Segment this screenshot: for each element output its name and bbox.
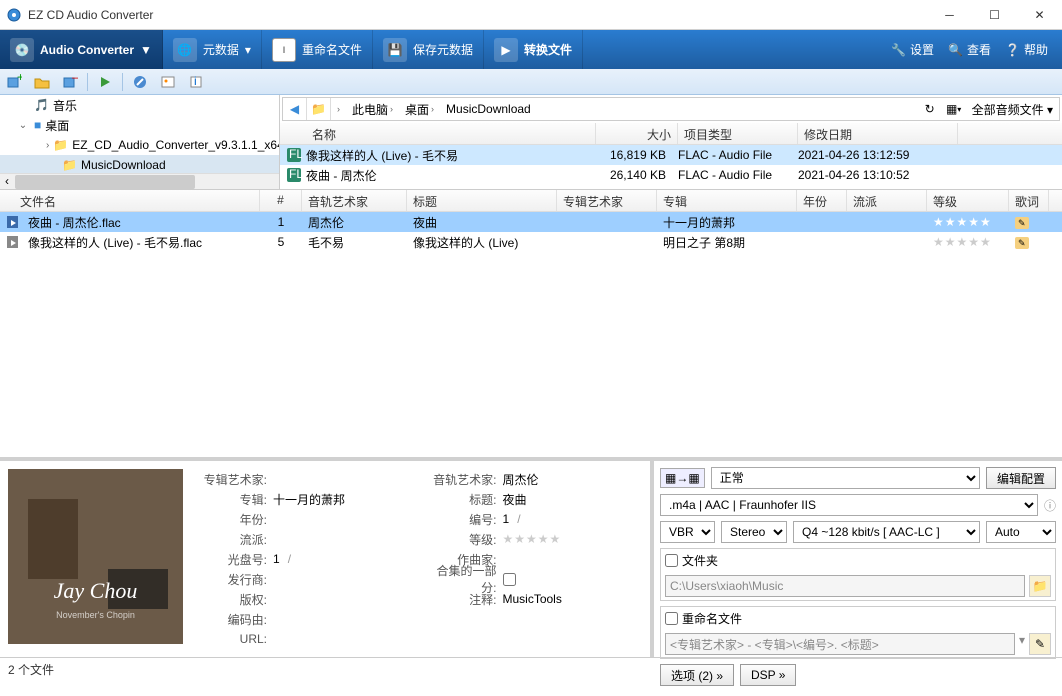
vbr-select[interactable]: VBR [660,521,715,543]
view-link[interactable]: 🔍查看 [948,30,991,69]
maximize-button[interactable]: ☐ [972,0,1017,30]
stereo-select[interactable]: Stereo [721,521,787,543]
rename-button[interactable]: I 重命名文件 [262,30,373,69]
format-info-icon[interactable]: ⓘ [1044,497,1056,514]
main-toolbar: 💿 Audio Converter▼ 🌐 元数据▾ I 重命名文件 💾 保存元数… [0,30,1062,69]
rename-icon: I [272,38,296,62]
add-folder-button[interactable] [29,71,55,93]
remove-button[interactable]: – [57,71,83,93]
file-list[interactable]: FLAC像我这样的人 (Live) - 毛不易16,819 KBFLAC - A… [280,145,1062,185]
dsp-button[interactable]: DSP » [740,664,796,686]
crumb-folder[interactable]: MusicDownload [440,98,537,120]
wrench-icon: 🔧 [891,43,906,57]
auto-select[interactable]: Auto [986,521,1056,543]
titlebar: EZ CD Audio Converter ─ ☐ ✕ [0,0,1062,30]
cd-icon: 💿 [10,38,34,62]
nav-back[interactable]: ◀ [283,98,307,120]
conversion-panel: ▦→▦ 正常 编辑配置 .m4a | AAC | Fraunhofer IIS … [650,461,1062,657]
edit-config-button[interactable]: 编辑配置 [986,467,1056,489]
options-button[interactable]: 选项 (2) » [660,664,734,686]
metadata-panel: Jay Chou November's Chopin 专辑艺术家: 专辑:十一月… [0,461,650,657]
globe-icon: 🌐 [173,38,197,62]
queue-icon: ▦→▦ [660,468,705,488]
edit-pattern-button[interactable]: ✎ [1029,633,1051,655]
meta-album[interactable]: 十一月的萧邦 [273,491,345,508]
meta-comment[interactable]: MusicTools [503,592,562,606]
meta-artist[interactable]: 周杰伦 [503,471,539,488]
folder-icon: 📁 [53,138,68,152]
help-link[interactable]: ❔帮助 [1005,30,1048,69]
svg-text:i: i [194,74,197,88]
info-button[interactable]: i [183,71,209,93]
compilation-checkbox[interactable] [503,573,516,586]
format-select[interactable]: .m4a | AAC | Fraunhofer IIS [660,494,1038,516]
secondary-toolbar: + – i [0,69,1062,95]
track-row[interactable]: 像我这样的人 (Live) - 毛不易.flac5毛不易像我这样的人 (Live… [0,232,1062,252]
rename-pattern-input[interactable] [665,633,1015,655]
meta-disc[interactable]: 1 [273,552,280,566]
refresh-button[interactable]: ↻ [918,98,942,120]
breadcrumb-bar: ◀ 📁 › 此电脑› 桌面› MusicDownload ↻ ▦▾ 全部音频文件… [282,97,1060,121]
crumb-desktop[interactable]: 桌面› [399,98,440,120]
help-icon: ❔ [1005,43,1020,57]
cover-button[interactable] [155,71,181,93]
filetype-filter[interactable]: 全部音频文件 ▾ [966,101,1059,118]
save-metadata-button[interactable]: 💾 保存元数据 [373,30,484,69]
track-header[interactable]: 文件名 # 音轨艺术家 标题 专辑艺术家 专辑 年份 流派 等级 歌词 [0,190,1062,212]
folder-checkbox[interactable] [665,554,678,567]
nav-up[interactable]: 📁 [307,98,331,120]
mode-select[interactable]: 正常 [711,467,980,489]
track-row[interactable]: 夜曲 - 周杰伦.flac1周杰伦夜曲十一月的萧邦★★★★★✎ [0,212,1062,232]
rename-checkbox[interactable] [665,612,678,625]
file-row[interactable]: FLAC像我这样的人 (Live) - 毛不易16,819 KBFLAC - A… [280,145,1062,165]
app-icon [6,7,22,23]
tree-selected[interactable]: 📁MusicDownload [0,155,279,175]
desktop-icon: ■ [34,118,41,132]
window-title: EZ CD Audio Converter [28,8,927,22]
folder-tree[interactable]: 🎵音乐 ⌄■桌面 ›📁EZ_CD_Audio_Converter_v9.3.1.… [0,95,280,189]
tree-hscroll[interactable]: ‹ [0,173,279,189]
meta-trackno[interactable]: 1 [503,512,510,526]
album-cover[interactable]: Jay Chou November's Chopin [8,469,183,644]
audio-converter-button[interactable]: 💿 Audio Converter▼ [0,30,163,69]
convert-icon: ▶ [494,38,518,62]
play-button[interactable] [92,71,118,93]
track-list[interactable]: 夜曲 - 周杰伦.flac1周杰伦夜曲十一月的萧邦★★★★★✎像我这样的人 (L… [0,212,1062,457]
browse-folder-button[interactable]: 📁 [1029,575,1051,597]
settings-link[interactable]: 🔧设置 [891,30,934,69]
svg-text:FLAC: FLAC [289,147,302,161]
minimize-button[interactable]: ─ [927,0,972,30]
close-button[interactable]: ✕ [1017,0,1062,30]
add-file-button[interactable]: + [1,71,27,93]
folder-icon: 📁 [62,158,77,172]
crumb-root[interactable]: › [331,98,346,120]
metadata-button[interactable]: 🌐 元数据▾ [163,30,262,69]
file-header[interactable]: 名称 大小 项目类型 修改日期 [280,123,1062,145]
convert-button[interactable]: ▶ 转换文件 [484,30,583,69]
folder-path-input[interactable] [665,575,1025,597]
crumb-pc[interactable]: 此电脑› [346,98,399,120]
save-icon: 💾 [383,38,407,62]
view-mode-button[interactable]: ▦▾ [942,98,966,120]
svg-text:–: – [72,74,78,84]
quality-select[interactable]: Q4 ~128 kbit/s [ AAC-LC ] [793,521,980,543]
music-icon: 🎵 [34,98,49,112]
svg-text:+: + [17,74,22,84]
svg-text:FLAC: FLAC [289,167,302,181]
meta-rating[interactable]: ★★★★★ [503,532,562,546]
search-icon: 🔍 [948,43,963,57]
edit-meta-button[interactable] [127,71,153,93]
meta-title[interactable]: 夜曲 [503,491,527,508]
file-row[interactable]: FLAC夜曲 - 周杰伦26,140 KBFLAC - Audio File20… [280,165,1062,185]
